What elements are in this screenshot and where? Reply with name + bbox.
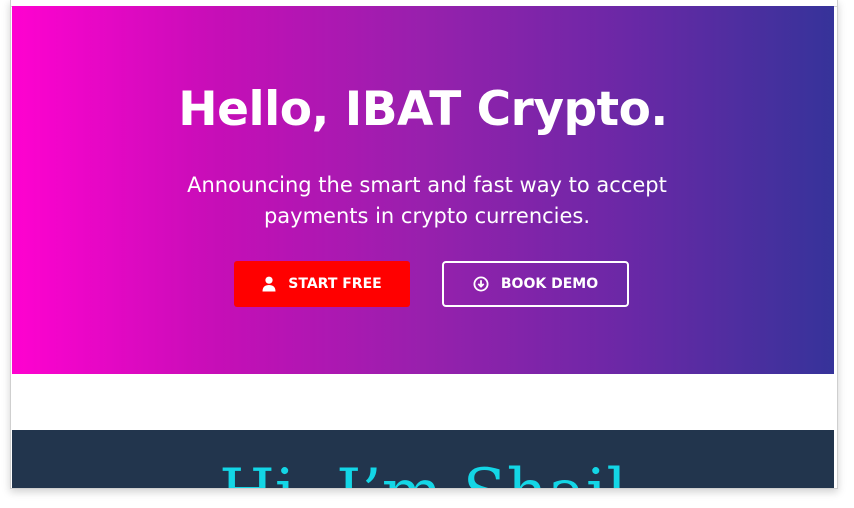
section-spacer: [12, 374, 834, 430]
about-heading: Hi, I’m Shail: [12, 458, 834, 488]
hero-section: Hello, IBAT Crypto. Announcing the smart…: [12, 6, 834, 374]
start-free-label: START FREE: [288, 276, 382, 292]
browser-viewport: Hello, IBAT Crypto. Announcing the smart…: [10, 0, 838, 489]
hero-subtitle: Announcing the smart and fast way to acc…: [187, 173, 667, 228]
user-icon: [262, 276, 276, 292]
book-demo-button[interactable]: BOOK DEMO: [442, 261, 629, 307]
hero-title: Hello, IBAT Crypto.: [178, 82, 668, 137]
book-demo-label: BOOK DEMO: [500, 276, 599, 292]
about-section: Hi, I’m Shail: [12, 430, 834, 488]
download-circle-icon: [473, 276, 489, 292]
start-free-button[interactable]: START FREE: [234, 261, 410, 307]
